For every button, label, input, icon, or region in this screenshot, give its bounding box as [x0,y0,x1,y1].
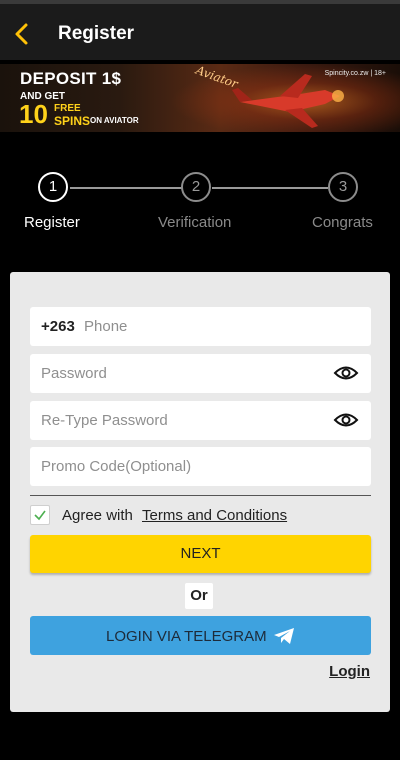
telegram-icon [274,628,294,644]
retype-password-placeholder: Re-Type Password [41,412,168,429]
promo-banner[interactable]: Aviator DEPOSIT 1$ AND GET 10 FREE SPINS… [0,64,400,132]
terms-link[interactable]: Terms and Conditions [142,507,287,524]
banner-spins: SPINS [54,114,91,128]
registration-stepper: 1 2 3 Register Verification Congrats [0,170,400,240]
promo-code-placeholder: Promo Code(Optional) [41,458,192,475]
agree-label: Agree with [62,507,133,524]
telegram-login-button[interactable]: LOGIN VIA TELEGRAM [30,616,371,655]
back-button[interactable] [10,20,34,48]
page-title: Register [58,23,135,44]
banner-headline: DEPOSIT 1$ [20,69,122,88]
step-2-label: Verification [158,214,232,231]
step-2-circle: 2 [181,172,211,202]
banner-number: 10 [19,99,48,129]
password-placeholder: Password [41,365,107,382]
step-3-circle: 3 [328,172,358,202]
banner-on-aviator: ON AVIATOR [90,116,139,125]
banner-site: Spincity.co.zw | 18+ [324,70,386,77]
airplane-image [232,74,344,128]
login-link[interactable]: Login [329,663,370,680]
checkmark-icon [34,510,46,521]
phone-placeholder: Phone [84,318,128,335]
step-1-label: Register [24,214,80,231]
step-connector [212,187,328,189]
banner-free: FREE [54,103,81,114]
divider [30,495,371,496]
promo-code-field[interactable]: Promo Code(Optional) [30,447,371,486]
step-3-label: Congrats [312,214,373,231]
step-connector [70,187,182,189]
telegram-login-label: LOGIN VIA TELEGRAM [106,628,267,645]
country-code: +263 [41,318,75,335]
step-1-circle: 1 [38,172,68,202]
eye-icon[interactable] [333,363,359,383]
password-field[interactable]: Password [30,354,371,393]
app-header: Register [0,4,400,60]
agree-checkbox[interactable] [30,505,50,525]
register-form-card: +263 Phone Password Re-Type Password Pro… [10,272,390,712]
retype-password-field[interactable]: Re-Type Password [30,401,371,440]
phone-field[interactable]: +263 Phone [30,307,371,346]
eye-icon[interactable] [333,410,359,430]
chevron-left-icon [15,23,28,45]
next-button[interactable]: NEXT [30,535,371,573]
or-separator: Or [185,583,213,609]
